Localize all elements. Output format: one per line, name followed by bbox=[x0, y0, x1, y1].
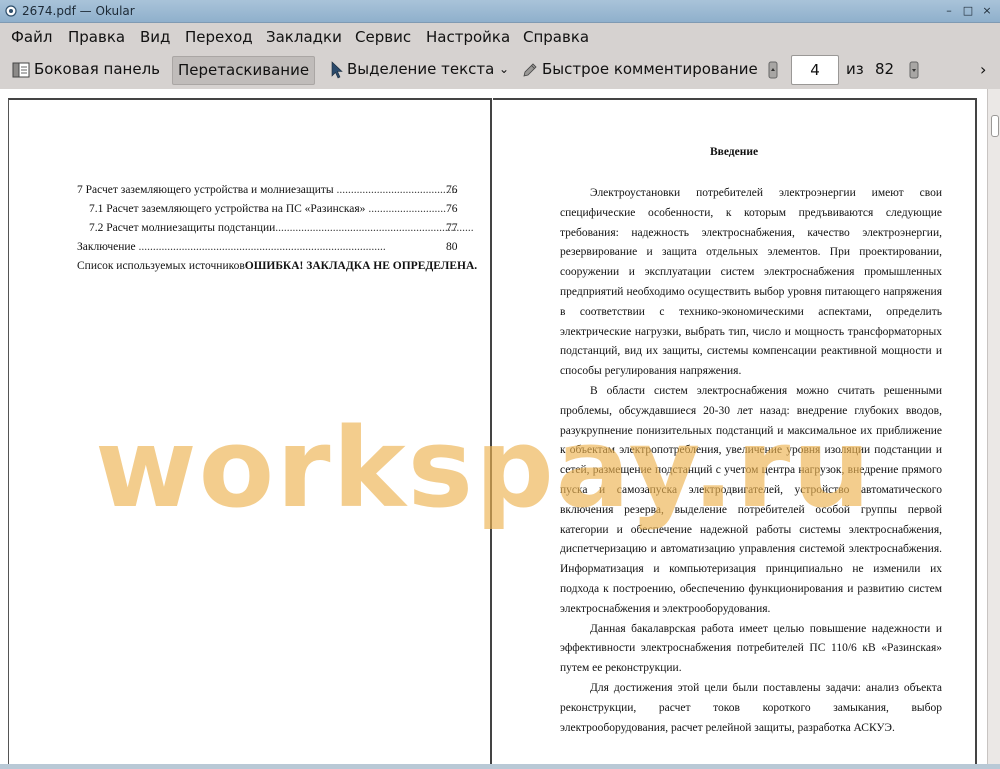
maximize-button[interactable]: □ bbox=[961, 4, 975, 18]
toc-entry[interactable]: 7.1 Расчет заземляющего устройства на ПС… bbox=[89, 203, 446, 215]
vertical-scrollbar[interactable] bbox=[987, 89, 1000, 769]
menu-settings[interactable]: Настройка bbox=[426, 28, 510, 46]
sidebar-icon bbox=[12, 62, 30, 77]
toc-leader: ........................................… bbox=[135, 241, 386, 253]
paragraph: Данная бакалаврская работа имеет целью п… bbox=[560, 622, 942, 675]
toolbar-overflow-button[interactable]: › bbox=[975, 56, 991, 83]
toc-sources-error: ОШИБКА! ЗАКЛАДКА НЕ ОПРЕДЕЛЕНА. bbox=[244, 260, 478, 272]
page-5: Введение Электроустановки потребителей э… bbox=[493, 98, 977, 769]
toc-leader: ........................................… bbox=[275, 222, 474, 234]
paragraph: Электроустановки потребителей электроэне… bbox=[560, 187, 942, 378]
previous-page-button[interactable] bbox=[763, 56, 783, 83]
page-number-input[interactable]: 4 bbox=[791, 55, 839, 85]
toc-entry-page: 76 bbox=[446, 203, 458, 215]
close-button[interactable]: × bbox=[980, 4, 994, 18]
text-select-label: Выделение текста bbox=[347, 60, 495, 78]
toc-entry-text: 7 Расчет заземляющего устройства и молни… bbox=[77, 184, 334, 196]
page-of-label: из bbox=[846, 60, 864, 78]
toc-entry-text: Заключение bbox=[77, 241, 136, 253]
arrow-down-icon bbox=[909, 61, 919, 78]
menu-go[interactable]: Переход bbox=[185, 28, 253, 46]
toc-entry-page: 80 bbox=[446, 241, 458, 253]
paragraph: В области систем электроснабжения можно … bbox=[560, 384, 942, 615]
paragraph: Для достижения этой цели были поставлены… bbox=[560, 681, 942, 734]
tool-dropdown-button[interactable]: ⌄ bbox=[494, 56, 514, 83]
menu-tools[interactable]: Сервис bbox=[355, 28, 411, 46]
okular-app-icon bbox=[5, 5, 17, 17]
quick-annotation-label: Быстрое комментирование bbox=[542, 60, 758, 78]
minimize-button[interactable]: – bbox=[942, 4, 956, 18]
menu-edit[interactable]: Правка bbox=[68, 28, 125, 46]
toc-entry[interactable]: Заключение .............................… bbox=[77, 241, 386, 253]
toc-sources-label: Список используемых источников bbox=[77, 260, 245, 272]
menu-help[interactable]: Справка bbox=[523, 28, 589, 46]
page-4: 7 Расчет заземляющего устройства и молни… bbox=[8, 98, 492, 769]
toc-entry-page: 77 bbox=[446, 222, 458, 234]
chevron-down-icon: ⌄ bbox=[499, 62, 510, 76]
toc-leader: ........................................… bbox=[333, 184, 458, 196]
toc-leader: ........................... bbox=[365, 203, 446, 215]
document-view[interactable]: 7 Расчет заземляющего устройства и молни… bbox=[0, 89, 987, 769]
toc-entry-text: 7.1 Расчет заземляющего устройства на ПС… bbox=[89, 203, 366, 215]
text-select-tool-button[interactable]: Выделение текста bbox=[324, 56, 499, 83]
browse-tool-button[interactable]: Перетаскивание bbox=[172, 56, 316, 85]
toc-entry[interactable]: 7 Расчет заземляющего устройства и молни… bbox=[77, 184, 457, 196]
window-title: 2674.pdf — Okular bbox=[22, 4, 135, 18]
window-titlebar: 2674.pdf — Okular – □ × bbox=[0, 0, 1000, 23]
toc-entry[interactable]: 7.2 Расчет молниезащиты подстанции......… bbox=[89, 222, 474, 234]
toc-entry-text: 7.2 Расчет молниезащиты подстанции bbox=[89, 222, 276, 234]
menu-file[interactable]: Файл bbox=[11, 28, 52, 46]
toc-sources-entry[interactable]: Список используемых источниковОШИБКА! ЗА… bbox=[77, 260, 477, 272]
sidebar-label: Боковая панель bbox=[34, 60, 160, 78]
page-heading: Введение bbox=[709, 146, 759, 158]
page-total-label: 82 bbox=[875, 60, 895, 78]
main-toolbar: Боковая панель Перетаскивание Выделение … bbox=[0, 52, 1000, 87]
sidebar-button[interactable]: Боковая панель bbox=[7, 56, 165, 83]
menu-bar: Файл Правка Вид Переход Закладки Сервис … bbox=[0, 23, 1000, 51]
pen-icon bbox=[523, 62, 537, 77]
scrollbar-thumb[interactable] bbox=[991, 115, 999, 137]
body-text: Электроустановки потребителей электроэне… bbox=[560, 184, 942, 738]
browse-tool-label: Перетаскивание bbox=[178, 61, 310, 79]
toc-entry-page: 76 bbox=[446, 184, 458, 196]
quick-annotation-button[interactable]: Быстрое комментирование bbox=[516, 56, 763, 83]
horizontal-scrollbar[interactable] bbox=[0, 764, 1000, 769]
menu-view[interactable]: Вид bbox=[140, 28, 170, 46]
next-page-button[interactable] bbox=[904, 56, 924, 83]
arrow-up-icon bbox=[768, 61, 778, 78]
cursor-arrow-icon bbox=[331, 60, 343, 78]
menu-bookmarks[interactable]: Закладки bbox=[266, 28, 342, 46]
